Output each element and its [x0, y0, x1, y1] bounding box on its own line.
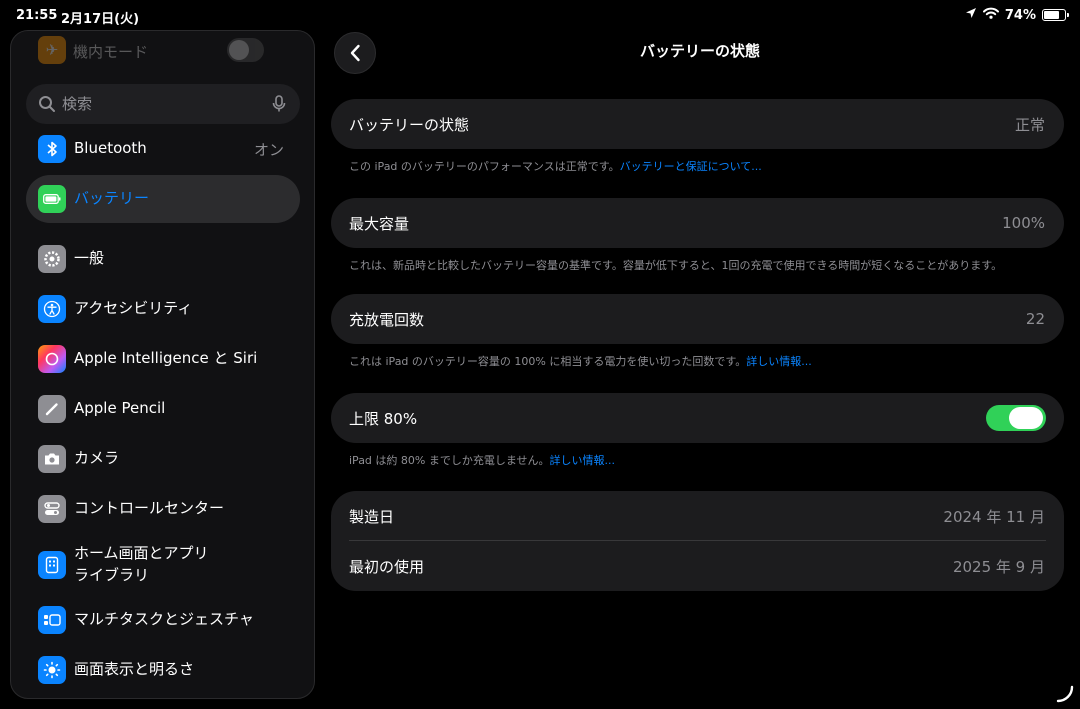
status-bar: 21:55 2月17日(火) 74%	[0, 0, 1080, 30]
microphone-icon[interactable]	[272, 95, 286, 113]
camera-icon	[38, 445, 66, 473]
settings-screen: 21:55 2月17日(火) 74% ✈ 機内モード 検索 Bluetooth …	[0, 0, 1080, 709]
maximum-capacity-label: 最大容量	[349, 214, 410, 233]
battery-percent: 74%	[1004, 7, 1036, 23]
cycle-count-note: これは iPad のバッテリー容量の 100% に相当する電力を使い切った回数で…	[349, 355, 747, 368]
maximum-capacity-note: これは、新品時と比較したバッテリー容量の基準です。容量が低下すると、1回の充電で…	[349, 259, 1003, 272]
sidebar-item-label: 機内モード	[73, 43, 149, 61]
cycle-count-learn-more-link[interactable]: 詳しい情報...	[746, 355, 812, 368]
sidebar-item-label: Apple Pencil	[74, 399, 166, 418]
manufacture-date-label: 製造日	[349, 507, 395, 526]
page-title: バッテリーの状態	[639, 42, 760, 60]
maximum-capacity-value: 100%	[1002, 214, 1045, 232]
sidebar-item-bluetooth[interactable]: Bluetooth オン	[26, 125, 300, 173]
sidebar-item-label: アクセシビリティ	[74, 299, 193, 318]
search-icon	[39, 96, 55, 112]
manufacture-date-row: 製造日 2024 年 11 月	[331, 491, 1064, 541]
search-input[interactable]	[62, 95, 272, 113]
home-screen-icon	[38, 551, 66, 579]
sidebar-item-label: マルチタスクとジェスチャ	[74, 610, 254, 629]
sidebar-item-general[interactable]: 一般	[26, 235, 300, 283]
bluetooth-icon	[38, 135, 66, 163]
cycle-count-label: 充放電回数	[349, 310, 425, 329]
cycle-count-footnote: これは iPad のバッテリー容量の 100% に相当する電力を使い切った回数で…	[349, 353, 812, 369]
charge-limit-label: 上限 80%	[349, 409, 418, 428]
sidebar-item-battery[interactable]: バッテリー	[26, 175, 300, 223]
sidebar-item-label: バッテリー	[74, 189, 150, 208]
multitasking-icon	[38, 606, 66, 634]
battery-level-fill	[1044, 11, 1059, 19]
cycle-count-card: 充放電回数 22	[331, 294, 1064, 344]
gear-icon	[38, 245, 66, 273]
first-use-row: 最初の使用 2025 年 9 月	[331, 541, 1064, 591]
manufacture-date-value: 2024 年 11 月	[943, 507, 1045, 526]
sidebar-item-label: ホーム画面とアプリ ライブラリ	[74, 541, 209, 589]
location-icon	[965, 7, 977, 23]
sidebar-item-camera[interactable]: カメラ	[26, 435, 300, 483]
sidebar-item-display-brightness[interactable]: 画面表示と明るさ	[26, 646, 300, 694]
cycle-count-row: 充放電回数 22	[331, 294, 1064, 344]
battery-health-value: 正常	[1014, 115, 1045, 134]
control-center-icon	[38, 495, 66, 523]
sidebar-item-airplane-mode[interactable]: ✈ 機内モード	[11, 31, 314, 67]
battery-health-label: バッテリーの状態	[349, 115, 470, 134]
home-indicator-corner-icon	[1056, 685, 1074, 703]
charge-limit-card: 上限 80%	[331, 393, 1064, 443]
sidebar-item-label: カメラ	[74, 449, 120, 468]
charge-limit-learn-more-link[interactable]: 詳しい情報...	[550, 454, 616, 467]
first-use-label: 最初の使用	[349, 557, 425, 576]
sidebar-item-accessibility[interactable]: アクセシビリティ	[26, 285, 300, 333]
sidebar-item-apple-pencil[interactable]: Apple Pencil	[26, 385, 300, 433]
cycle-count-value: 22	[1025, 310, 1045, 328]
accessibility-icon	[38, 295, 66, 323]
charge-limit-note: iPad は約 80% までしか充電しません。	[349, 454, 550, 467]
charge-limit-footnote: iPad は約 80% までしか充電しません。詳しい情報...	[349, 452, 615, 468]
maximum-capacity-row: 最大容量 100%	[331, 198, 1064, 248]
sidebar-item-label: コントロールセンター	[74, 499, 225, 518]
battery-health-footnote: この iPad のバッテリーのパフォーマンスは正常です。バッテリーと保証について…	[349, 158, 762, 174]
pencil-icon	[38, 395, 66, 423]
sidebar-item-label: 一般	[74, 249, 105, 268]
chevron-left-icon	[350, 44, 360, 62]
sidebar-item-label-line2: ライブラリ	[74, 566, 150, 584]
sidebar-item-label: 画面表示と明るさ	[74, 660, 195, 679]
search-bar[interactable]	[26, 84, 300, 124]
status-date: 2月17日(火)	[61, 12, 140, 27]
battery-icon	[38, 185, 66, 213]
battery-health-note: この iPad のバッテリーのパフォーマンスは正常です。	[349, 160, 620, 173]
settings-sidebar[interactable]: ✈ 機内モード Bluetooth オン	[10, 30, 315, 699]
charge-limit-toggle[interactable]	[986, 405, 1046, 431]
battery-health-row: バッテリーの状態 正常	[331, 99, 1064, 149]
battery-health-card: バッテリーの状態 正常	[331, 99, 1064, 149]
sidebar-item-label: Apple Intelligence と Siri	[74, 349, 258, 368]
maximum-capacity-card: 最大容量 100%	[331, 198, 1064, 248]
sidebar-item-control-center[interactable]: コントロールセンター	[26, 485, 300, 533]
sidebar-item-home-screen[interactable]: ホーム画面とアプリ ライブラリ	[26, 541, 300, 589]
wifi-icon	[982, 7, 999, 23]
siri-icon	[38, 345, 66, 373]
charge-limit-row: 上限 80%	[331, 393, 1064, 443]
sidebar-item-apple-intelligence-siri[interactable]: Apple Intelligence と Siri	[26, 335, 300, 383]
first-use-value: 2025 年 9 月	[952, 557, 1045, 576]
maximum-capacity-footnote: これは、新品時と比較したバッテリー容量の基準です。容量が低下すると、1回の充電で…	[349, 257, 1002, 273]
airplane-mode-toggle[interactable]	[227, 38, 264, 62]
bluetooth-status: オン	[253, 140, 284, 159]
back-button[interactable]	[334, 32, 376, 74]
status-indicators: 74%	[965, 7, 1069, 23]
brightness-icon	[38, 656, 66, 684]
status-time: 21:55	[16, 8, 58, 23]
battery-status-icon	[1042, 9, 1069, 21]
battery-dates-card: 製造日 2024 年 11 月 最初の使用 2025 年 9 月	[331, 491, 1064, 591]
airplane-icon: ✈	[38, 36, 66, 64]
sidebar-item-label-line1: ホーム画面とアプリ	[74, 544, 209, 563]
sidebar-item-multitasking[interactable]: マルチタスクとジェスチャ	[26, 596, 300, 644]
sidebar-item-label: Bluetooth	[74, 139, 147, 158]
battery-warranty-link[interactable]: バッテリーと保証について...	[620, 160, 762, 173]
